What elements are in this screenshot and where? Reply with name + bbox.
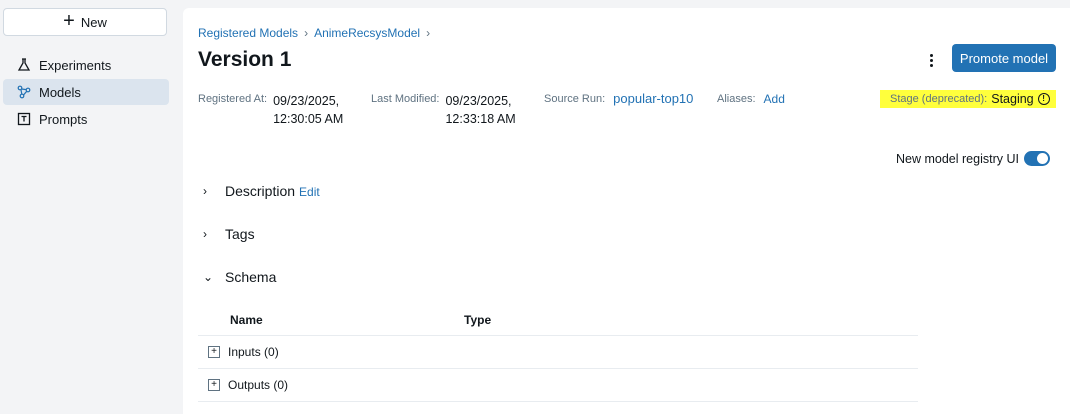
flask-icon	[17, 58, 31, 71]
breadcrumb-model[interactable]: AnimeRecsysModel	[314, 26, 420, 40]
stage-label: Stage (deprecated):	[890, 93, 988, 105]
expand-icon[interactable]: +	[208, 379, 220, 391]
models-icon	[17, 85, 31, 99]
source-run-link[interactable]: popular-top10	[613, 91, 693, 106]
prompts-icon	[17, 112, 31, 126]
more-options-icon[interactable]	[924, 50, 938, 70]
chevron-right-icon: ›	[203, 183, 207, 198]
sidebar-item-experiments[interactable]: Experiments	[3, 52, 169, 78]
row-label: Inputs (0)	[228, 345, 279, 359]
table-row[interactable]: + Inputs (0)	[198, 336, 918, 369]
sidebar-item-label: Prompts	[39, 111, 88, 127]
description-section[interactable]: › Description Edit	[203, 182, 320, 200]
tags-heading: Tags	[225, 226, 255, 242]
sidebar-item-models[interactable]: Models	[3, 79, 169, 105]
promote-model-button[interactable]: Promote model	[952, 44, 1056, 72]
table-row[interactable]: + Outputs (0)	[198, 369, 918, 402]
aliases-label: Aliases:	[717, 93, 756, 105]
expand-icon[interactable]: +	[208, 346, 220, 358]
page-title: Version 1	[198, 48, 292, 71]
chevron-right-icon: ›	[426, 26, 431, 40]
edit-description-link[interactable]: Edit	[299, 185, 320, 199]
last-modified-time: 12:33:18 AM	[445, 112, 516, 126]
registered-at-time: 12:30:05 AM	[273, 112, 344, 126]
column-header-name: Name	[230, 313, 263, 327]
row-label: Outputs (0)	[228, 378, 289, 392]
add-alias-link[interactable]: Add	[764, 92, 785, 106]
stage-value[interactable]: Staging	[991, 92, 1033, 106]
description-heading: Description	[225, 182, 296, 199]
column-header-type: Type	[464, 313, 492, 327]
registered-at: Registered At: 09/23/2025, 12:30:05 AM	[198, 92, 343, 128]
sidebar-item-prompts[interactable]: Prompts	[3, 106, 169, 132]
source-run: Source Run: popular-top10	[544, 91, 693, 106]
new-button[interactable]: + New	[3, 8, 167, 36]
main-panel: Registered Models › AnimeRecsysModel › V…	[183, 8, 1070, 414]
plus-icon: +	[63, 10, 75, 32]
new-registry-ui-label: New model registry UI	[896, 152, 1019, 166]
source-run-label: Source Run:	[544, 93, 606, 105]
tags-section[interactable]: › Tags	[203, 226, 255, 242]
last-modified-date: 09/23/2025,	[445, 94, 512, 108]
chevron-right-icon: ›	[304, 26, 309, 40]
chevron-right-icon: ›	[203, 227, 207, 241]
sidebar: + New Experiments Models Prompts	[0, 0, 176, 414]
sidebar-item-label: Experiments	[39, 57, 112, 73]
registered-at-date: 09/23/2025,	[273, 94, 340, 108]
last-modified: Last Modified: 09/23/2025, 12:33:18 AM	[371, 92, 516, 128]
info-icon[interactable]: !	[1037, 93, 1050, 105]
breadcrumb-registered-models[interactable]: Registered Models	[198, 26, 298, 40]
table-header: Name Type	[198, 305, 918, 336]
schema-table: Name Type + Inputs (0) + Outputs (0)	[198, 305, 918, 402]
chevron-down-icon: ⌄	[203, 270, 214, 284]
new-button-label: New	[80, 14, 107, 30]
registered-at-label: Registered At:	[198, 93, 268, 105]
last-modified-label: Last Modified:	[371, 93, 440, 105]
sidebar-item-label: Models	[39, 84, 81, 100]
aliases: Aliases: Add	[717, 92, 785, 106]
schema-section[interactable]: ⌄ Schema	[203, 269, 276, 285]
stage-badge: Stage (deprecated): Staging !	[880, 90, 1056, 108]
new-registry-ui-toggle[interactable]	[1024, 151, 1050, 166]
breadcrumb: Registered Models › AnimeRecsysModel ›	[198, 26, 430, 40]
schema-heading: Schema	[225, 269, 277, 285]
